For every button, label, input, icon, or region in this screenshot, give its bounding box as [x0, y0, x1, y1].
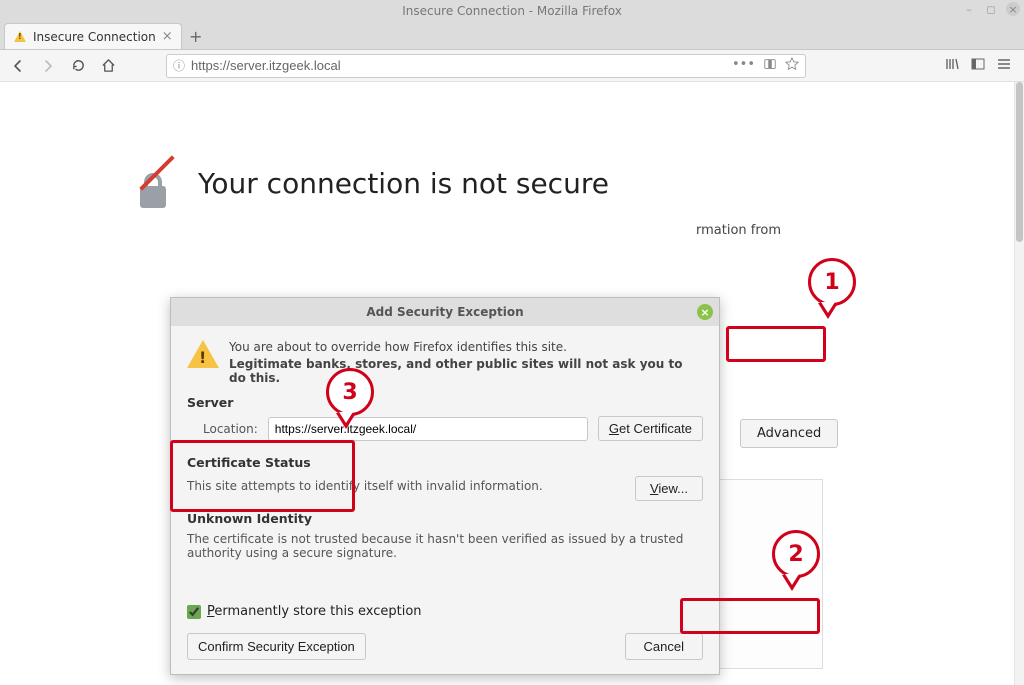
vertical-scrollbar[interactable]	[1014, 82, 1024, 685]
server-heading: Server	[187, 395, 703, 410]
reader-mode-icon[interactable]	[763, 57, 777, 75]
info-text-fragment: rmation from	[696, 223, 781, 238]
insecure-lock-icon	[140, 173, 166, 208]
forward-button[interactable]	[36, 54, 60, 78]
page-content: Your connection is not secure rmation fr…	[0, 82, 1024, 685]
annotation-callout-2: 2	[772, 530, 820, 578]
dialog-close-button[interactable]: ×	[697, 304, 713, 320]
cert-status-heading: Certificate Status	[187, 455, 703, 470]
cancel-button[interactable]: Cancel	[625, 633, 703, 660]
confirm-security-exception-button[interactable]: Confirm Security Exception	[187, 633, 366, 660]
permanently-store-label[interactable]: Permanently store this exception	[207, 604, 422, 619]
window-title: Insecure Connection - Mozilla Firefox	[402, 4, 622, 18]
tab-active[interactable]: Insecure Connection ×	[4, 23, 182, 49]
add-security-exception-dialog: Add Security Exception × You are about t…	[170, 297, 720, 675]
url-bar[interactable]: ⓘ •••	[166, 54, 806, 78]
bookmark-star-icon[interactable]	[785, 57, 799, 75]
view-button[interactable]: View...	[635, 476, 703, 501]
page-actions-button[interactable]: •••	[732, 57, 755, 75]
home-button[interactable]	[96, 54, 120, 78]
window-maximize-button[interactable]: ◻	[984, 2, 998, 16]
location-input[interactable]	[268, 417, 588, 441]
page-heading: Your connection is not secure	[198, 167, 860, 200]
location-label: Location:	[187, 422, 258, 436]
dialog-intro-2: Legitimate banks, stores, and other publ…	[229, 357, 703, 385]
annotation-callout-1: 1	[808, 258, 856, 306]
new-tab-button[interactable]: +	[182, 23, 210, 49]
library-button[interactable]	[944, 56, 960, 76]
window-titlebar: Insecure Connection - Mozilla Firefox – …	[0, 0, 1024, 22]
url-input[interactable]	[191, 58, 726, 73]
dialog-title: Add Security Exception	[366, 305, 523, 319]
get-certificate-button[interactable]: Get Certificate	[598, 416, 703, 441]
sidebar-button[interactable]	[970, 56, 986, 76]
advanced-button[interactable]: Advanced	[740, 419, 838, 448]
back-button[interactable]	[6, 54, 30, 78]
tab-label: Insecure Connection	[33, 30, 156, 44]
tab-close-button[interactable]: ×	[162, 29, 173, 44]
navigation-bar: ⓘ •••	[0, 50, 1024, 82]
window-close-button[interactable]: ×	[1006, 2, 1020, 16]
warning-icon	[13, 30, 27, 44]
unknown-identity-heading: Unknown Identity	[187, 511, 703, 526]
annotation-callout-3: 3	[326, 368, 374, 416]
tab-strip: Insecure Connection × +	[0, 22, 1024, 50]
window-minimize-button[interactable]: –	[962, 2, 976, 16]
dialog-intro-1: You are about to override how Firefox id…	[229, 340, 703, 354]
menu-button[interactable]	[996, 56, 1012, 76]
identity-icon[interactable]: ⓘ	[173, 57, 185, 74]
cert-status-desc: This site attempts to identify itself wi…	[187, 479, 543, 493]
permanently-store-checkbox[interactable]	[187, 605, 201, 619]
reload-button[interactable]	[66, 54, 90, 78]
annotation-box-1	[726, 326, 826, 362]
dialog-titlebar: Add Security Exception ×	[171, 298, 719, 326]
scrollbar-thumb[interactable]	[1016, 82, 1023, 242]
warning-icon	[187, 340, 217, 370]
unknown-identity-desc: The certificate is not trusted because i…	[187, 532, 703, 560]
